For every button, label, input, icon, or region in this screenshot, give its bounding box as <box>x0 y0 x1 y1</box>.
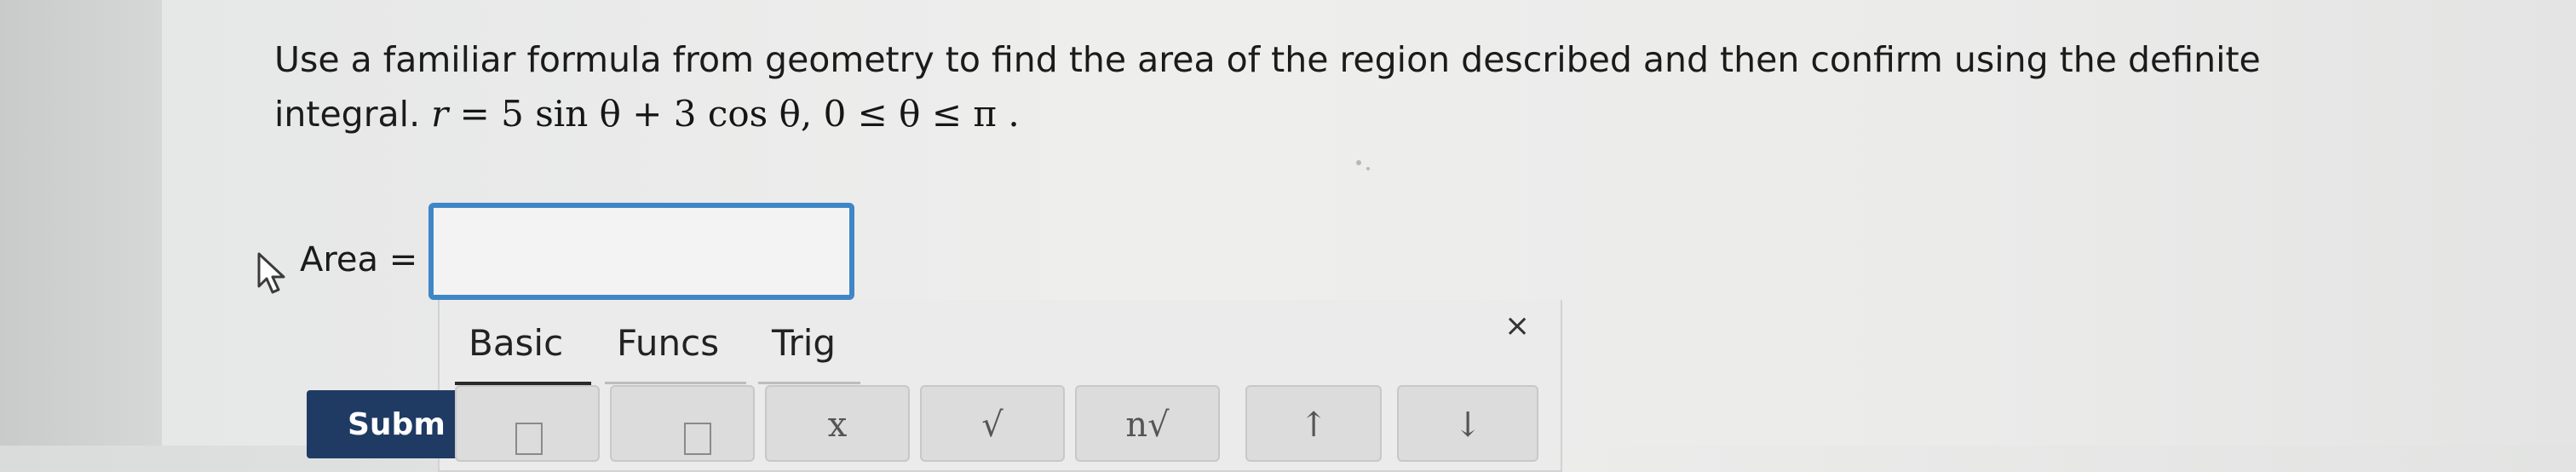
left-edge <box>0 0 162 446</box>
tab-trig[interactable]: Trig <box>772 322 836 364</box>
down-arrow-icon: ↓ <box>1453 406 1482 445</box>
formula-period: . <box>1008 93 1020 135</box>
speck <box>1356 160 1361 165</box>
key-exponent[interactable] <box>610 385 755 462</box>
formula-equals: = <box>459 93 490 135</box>
question-text: Use a familiar formula from geometry to … <box>274 32 2268 141</box>
question-formula: r = 5 sin θ + 3 cos θ, 0 ≤ θ ≤ π <box>431 93 1008 135</box>
submit-button[interactable]: Subm <box>307 390 457 458</box>
tab-funcs-underline <box>605 382 746 384</box>
close-icon[interactable]: × <box>1504 308 1530 343</box>
box-placeholder-icon <box>684 423 711 455</box>
up-arrow-icon: ↑ <box>1299 406 1328 445</box>
formula-variable: r <box>431 93 449 135</box>
mouse-pointer-icon <box>257 252 285 294</box>
area-label: Area = <box>300 240 418 279</box>
key-variable-x[interactable]: x <box>765 385 910 462</box>
key-square-root[interactable]: √ <box>920 385 1065 462</box>
formula-expression: 5 sin θ + 3 cos θ, 0 ≤ θ ≤ π <box>501 93 997 135</box>
key-fraction[interactable] <box>455 385 600 462</box>
key-nth-root[interactable]: n√ <box>1075 385 1220 462</box>
tab-trig-underline <box>758 382 860 384</box>
key-x-label: x <box>827 406 848 445</box>
key-down-arrow[interactable]: ↓ <box>1397 385 1538 462</box>
box-placeholder-icon <box>515 423 543 455</box>
tab-basic[interactable]: Basic <box>469 322 563 364</box>
key-up-arrow[interactable]: ↑ <box>1245 385 1382 462</box>
area-answer-input[interactable] <box>428 203 854 300</box>
speck <box>1366 167 1370 170</box>
tab-funcs[interactable]: Funcs <box>617 322 719 364</box>
key-sqrt-label: √ <box>981 406 1003 445</box>
key-nth-root-label: n√ <box>1125 406 1170 445</box>
